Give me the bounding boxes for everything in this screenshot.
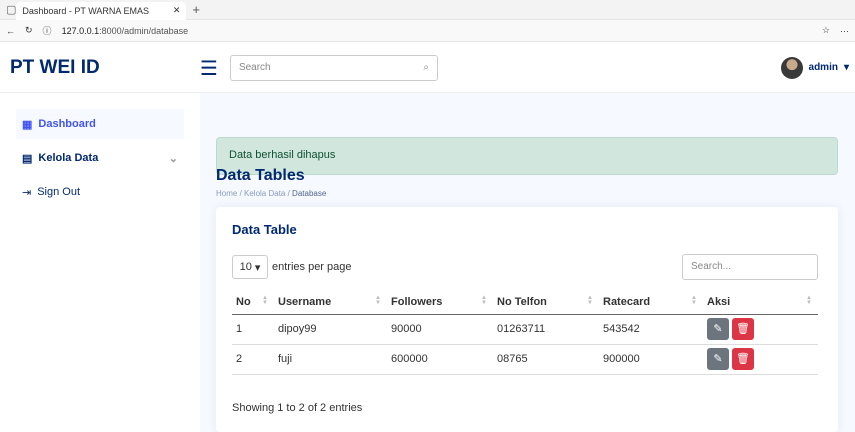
data-table: No ▲ ▼ Username ▲ ▼ Followers ▲ ▼ No Telfon ▲ ▼ … (232, 290, 818, 375)
search-icon[interactable]: ⌕ (423, 62, 429, 73)
app-header: PT WEI ID ☰ Search ⌕ admin ▾ (0, 43, 855, 93)
cell-followers: 90000 (387, 314, 493, 345)
column-header-ratecard[interactable]: Ratecard ▲ ▼ (599, 290, 703, 315)
cell-aksi: ✎ 🗑 (703, 314, 818, 345)
cell-no: 1 (232, 314, 274, 345)
table-search-input[interactable]: Search... (682, 254, 818, 280)
table-row: 1 dipoy99 90000 01263711 543542 ✎ 🗑 (232, 314, 818, 345)
per-page-value: 10 (239, 261, 252, 273)
column-header-label: Aksi (707, 295, 731, 308)
per-page-select[interactable]: 10 ▾ (232, 255, 268, 279)
column-header-no-telfon[interactable]: No Telfon ▲ ▼ (493, 290, 599, 315)
brand-logo[interactable]: PT WEI ID (0, 57, 200, 79)
new-tab-button[interactable]: + (192, 2, 200, 17)
sidebar: ▦ Dashboard ▤ Kelola Data ⌄ ⇥ Sign Out (0, 93, 200, 432)
sidebar-item-sign-out[interactable]: ⇥ Sign Out (16, 177, 184, 207)
column-header-followers[interactable]: Followers ▲ ▼ (387, 290, 493, 315)
cell-username: dipoy99 (274, 314, 387, 345)
tab-close-icon[interactable]: ✕ (173, 5, 181, 16)
sidebar-item-dashboard[interactable]: ▦ Dashboard (16, 109, 184, 139)
column-header-aksi[interactable]: Aksi ▲ ▼ (703, 290, 818, 315)
sort-icon: ▲ ▼ (481, 295, 487, 306)
column-header-label: Ratecard (603, 295, 651, 308)
breadcrumb-kelola-data[interactable]: Kelola Data (244, 189, 285, 198)
per-page-control: 10 ▾ entries per page (232, 255, 352, 279)
header-search-placeholder: Search (238, 62, 271, 73)
browser-tabbar: ▢ Dashboard - PT WARNA EMAS ✕ + (0, 0, 855, 20)
column-header-label: Followers (391, 295, 443, 308)
success-alert: Data berhasil dihapus (216, 137, 838, 175)
table-info: Showing 1 to 2 of 2 entries (232, 402, 363, 414)
page-title: Data Tables (216, 167, 305, 184)
breadcrumb-database: Database (292, 189, 327, 198)
chevron-down-icon: ▾ (843, 62, 849, 73)
avatar (780, 56, 803, 79)
delete-button[interactable]: 🗑 (732, 318, 754, 340)
data-table-card: Data Table 10 ▾ entries per page Search.… (216, 207, 838, 432)
sort-icon: ▲ ▼ (375, 295, 381, 306)
sidebar-item-kelola-data[interactable]: ▤ Kelola Data ⌄ (16, 143, 184, 173)
refresh-icon[interactable]: ↻ (25, 25, 33, 36)
sidebar-item-label: Dashboard (38, 118, 96, 130)
column-header-username[interactable]: Username ▲ ▼ (274, 290, 387, 315)
sidebar-item-label: Kelola Data (38, 152, 99, 164)
column-header-no[interactable]: No ▲ ▼ (232, 290, 274, 315)
tab-actions-icon[interactable]: ▢ (6, 3, 16, 16)
browser-tab[interactable]: Dashboard - PT WARNA EMAS ✕ (16, 1, 187, 20)
pencil-icon: ✎ (713, 322, 723, 335)
header-search-input[interactable]: Search ⌕ (229, 54, 438, 81)
table-row: 2 fuji 600000 08765 900000 ✎ 🗑 (232, 344, 818, 375)
cell-no: 2 (232, 344, 274, 375)
signout-icon: ⇥ (22, 186, 32, 199)
profile-menu[interactable]: admin ▾ (780, 56, 855, 79)
chevron-down-icon: ▾ (254, 261, 261, 274)
trash-icon: 🗑 (736, 322, 750, 335)
chevron-down-icon: ⌄ (168, 152, 178, 165)
cell-no-telfon: 08765 (493, 344, 599, 375)
sort-icon: ▲ ▼ (587, 295, 593, 306)
menu-toggle-icon[interactable]: ☰ (200, 56, 218, 80)
per-page-label: entries per page (272, 261, 352, 273)
breadcrumb-home[interactable]: Home (216, 189, 237, 198)
card-title: Data Table (232, 222, 297, 237)
profile-name: admin (808, 62, 838, 73)
favorites-icon[interactable]: ☆ (822, 25, 830, 36)
pencil-icon: ✎ (713, 352, 723, 365)
url-host: 127.0.0.1 (61, 25, 100, 36)
cell-username: fuji (274, 344, 387, 375)
column-header-label: No Telfon (497, 295, 547, 308)
delete-button[interactable]: 🗑 (732, 348, 754, 370)
column-header-label: No (236, 295, 251, 308)
column-header-label: Username (278, 295, 332, 308)
back-icon[interactable]: ← (6, 26, 15, 36)
address-bar: ← ↻ ⓘ 127.0.0.1:8000/admin/database ☆ ··… (0, 20, 855, 42)
sort-icon: ▲ ▼ (691, 295, 697, 306)
edit-button[interactable]: ✎ (707, 318, 729, 340)
breadcrumb: Home / Kelola Data / Database (216, 189, 327, 198)
layout-icon: ▤ (22, 152, 33, 165)
grid-icon: ▦ (22, 118, 33, 131)
url-path: :8000/admin/database (99, 25, 189, 36)
more-icon[interactable]: ··· (840, 26, 849, 36)
sidebar-item-label: Sign Out (37, 186, 81, 198)
main-content: Data berhasil dihapus Data Tables Home /… (200, 93, 855, 432)
url-field[interactable]: 127.0.0.1:8000/admin/database (62, 26, 812, 36)
cell-no-telfon: 01263711 (493, 314, 599, 345)
cell-aksi: ✎ 🗑 (703, 344, 818, 375)
cell-ratecard: 543542 (599, 314, 703, 345)
sort-icon: ▲ ▼ (262, 295, 268, 306)
trash-icon: 🗑 (736, 352, 750, 365)
table-header-row: No ▲ ▼ Username ▲ ▼ Followers ▲ ▼ No Telfon ▲ ▼ … (232, 290, 818, 315)
edit-button[interactable]: ✎ (707, 348, 729, 370)
tab-title: Dashboard - PT WARNA EMAS (22, 5, 149, 16)
info-icon[interactable]: ⓘ (43, 24, 52, 37)
sort-icon: ▲ ▼ (806, 295, 812, 306)
cell-followers: 600000 (387, 344, 493, 375)
cell-ratecard: 900000 (599, 344, 703, 375)
